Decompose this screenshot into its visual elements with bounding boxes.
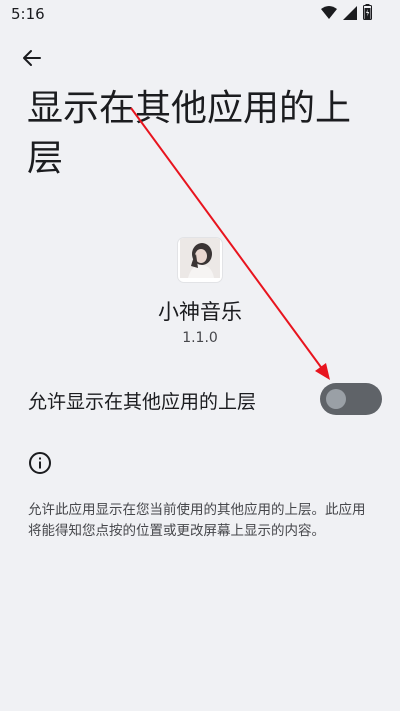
switch-thumb: [326, 389, 346, 409]
battery-icon: [363, 4, 372, 24]
permission-switch[interactable]: [320, 383, 382, 415]
permission-toggle-row[interactable]: 允许显示在其他应用的上层: [0, 372, 400, 428]
status-bar: 5:16: [0, 0, 400, 28]
permission-toggle-label: 允许显示在其他应用的上层: [28, 391, 257, 413]
signal-icon: [343, 5, 357, 24]
page-title: 显示在其他应用的上层: [27, 88, 352, 179]
wifi-icon: [321, 5, 337, 24]
info-icon: [28, 451, 52, 475]
status-icons: [321, 4, 372, 24]
app-version: 1.1.0: [182, 330, 218, 346]
info-description: 允许此应用显示在您当前使用的其他应用的上层。此应用将能得知您点按的位置或更改屏幕…: [28, 502, 366, 539]
status-time: 5:16: [11, 5, 45, 23]
back-button[interactable]: [14, 42, 50, 78]
app-avatar-icon: [180, 238, 220, 282]
settings-screen: 5:16 显示在其他应用的上层 小神音乐 1.1.0 允许显示在其他应用的上层 …: [0, 0, 400, 711]
arrow-back-icon: [22, 48, 42, 72]
app-icon: [178, 238, 222, 282]
app-name: 小神音乐: [158, 300, 242, 324]
